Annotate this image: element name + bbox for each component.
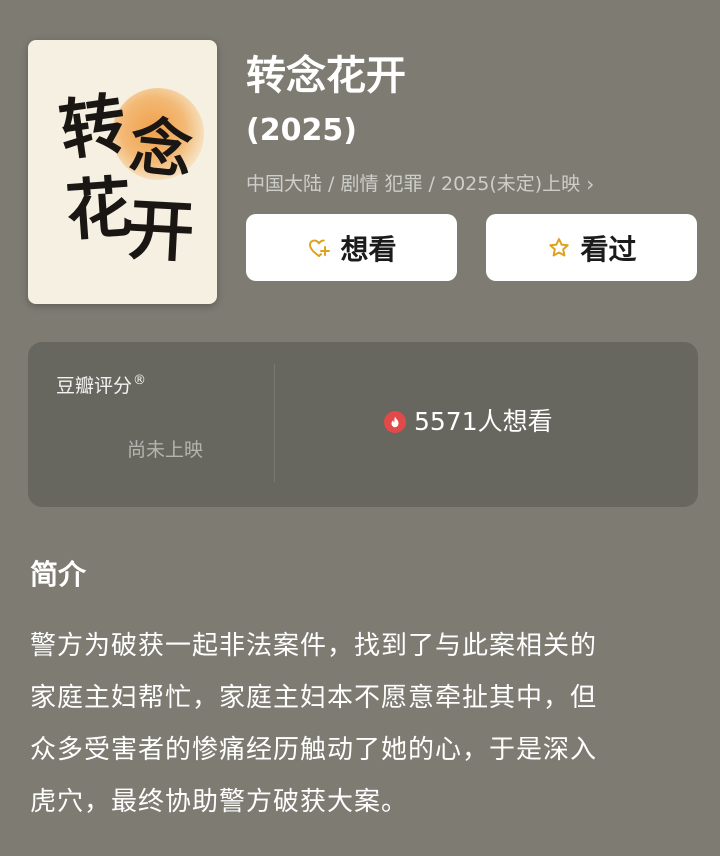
registered-mark: ®	[133, 373, 147, 388]
poster-char-2: 念	[126, 108, 196, 189]
poster-char-4: 开	[126, 190, 196, 272]
poster-char-3: 花	[63, 167, 135, 251]
wish-count-text: 5571人想看	[414, 407, 553, 436]
movie-year: (2025)	[246, 113, 357, 148]
movie-meta-link[interactable]: 中国大陆 / 剧情 犯罪 / 2025(未定)上映 ›	[246, 170, 594, 198]
heart-plus-icon	[306, 235, 332, 261]
want-to-watch-button[interactable]: 想看	[246, 214, 457, 281]
movie-poster[interactable]: 转 念 花 开	[28, 40, 217, 304]
watched-label: 看过	[580, 232, 637, 266]
intro-heading: 简介	[30, 558, 87, 591]
poster-char-1: 转	[54, 83, 132, 171]
rating-card: 豆瓣评分® 尚未上映 5571人想看	[28, 342, 698, 507]
poster-calligraphy: 转 念 花 开	[46, 83, 206, 278]
synopsis-line: 虎穴，最终协助警方破获大案。	[30, 787, 409, 817]
synopsis-line: 众多受害者的惨痛经历触动了她的心，于是深入	[30, 735, 598, 765]
synopsis: 警方为破获一起非法案件，找到了与此案相关的 家庭主妇帮忙，家庭主妇本不愿意牵扯其…	[30, 620, 694, 828]
synopsis-line: 家庭主妇帮忙，家庭主妇本不愿意牵扯其中，但	[30, 683, 598, 713]
fire-icon	[384, 411, 406, 433]
rating-label-text: 豆瓣评分	[56, 375, 133, 397]
synopsis-line: 警方为破获一起非法案件，找到了与此案相关的	[30, 631, 598, 661]
rating-divider	[274, 364, 275, 482]
chevron-right-icon: ›	[586, 172, 595, 196]
wish-count[interactable]: 5571人想看	[384, 406, 553, 438]
movie-meta-text: 中国大陆 / 剧情 犯罪 / 2025(未定)上映	[246, 173, 581, 195]
want-to-watch-label: 想看	[340, 232, 397, 266]
movie-title: 转念花开	[246, 53, 406, 99]
douban-rating-label: 豆瓣评分®	[56, 368, 146, 399]
watched-button[interactable]: 看过	[486, 214, 697, 281]
star-outline-icon	[546, 235, 572, 261]
rating-status: 尚未上映	[126, 439, 203, 461]
